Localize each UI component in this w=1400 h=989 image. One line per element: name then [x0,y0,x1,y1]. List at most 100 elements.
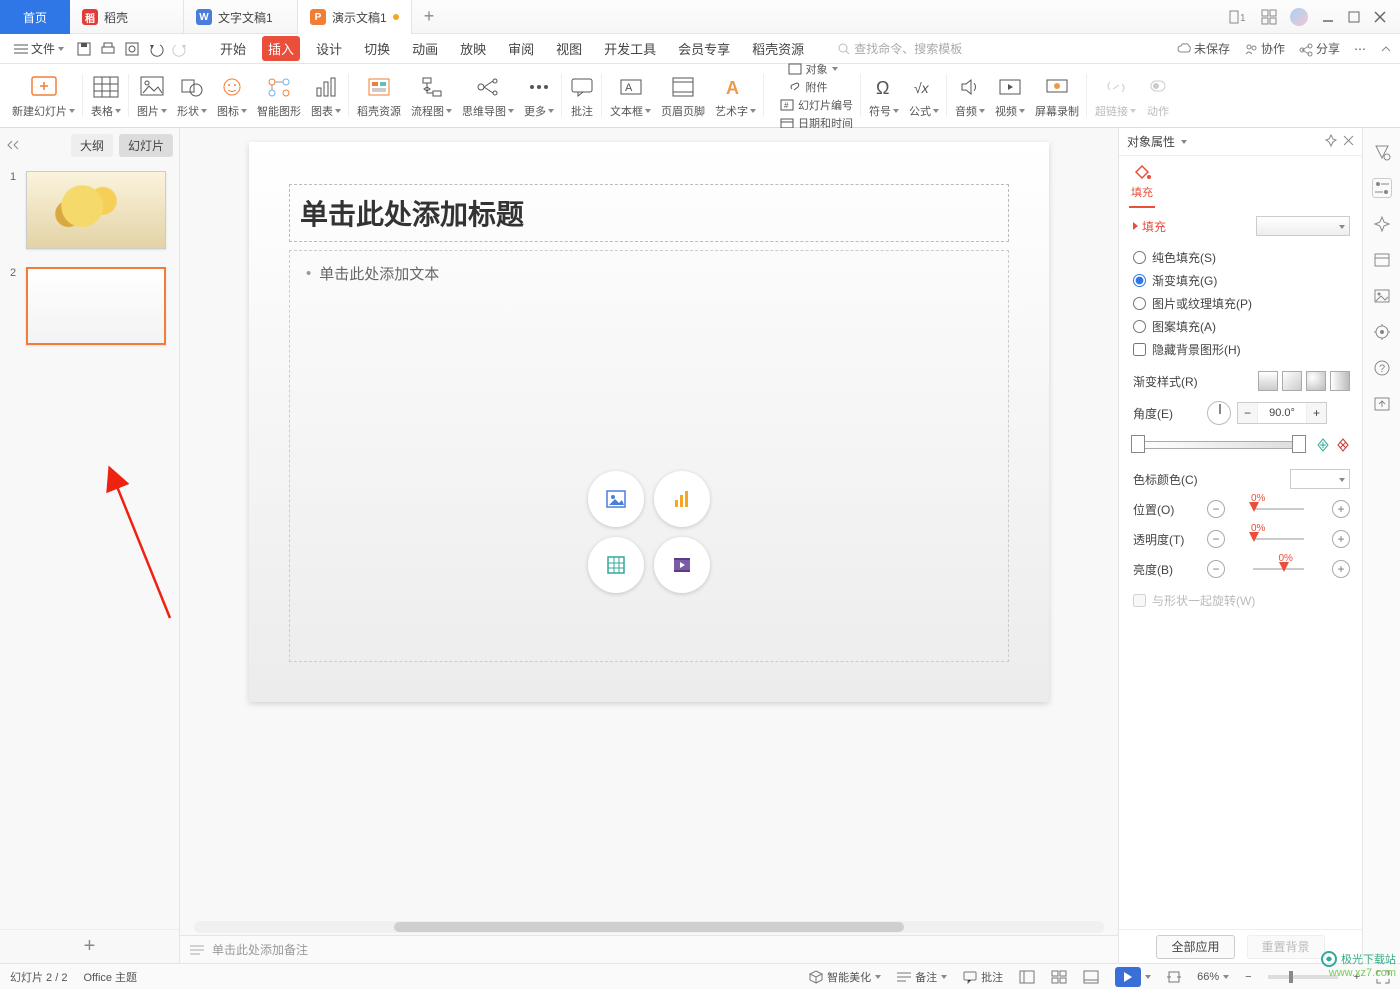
fill-preset-dropdown[interactable] [1256,216,1350,236]
close-icon[interactable] [1374,11,1386,23]
title-placeholder[interactable]: 单击此处添加标题 [289,184,1009,242]
brightness-slider[interactable]: 0% [1231,559,1326,579]
side-template-icon[interactable] [1372,250,1392,270]
pos-plus[interactable]: + [1332,500,1350,518]
tab-home[interactable]: 首页 [0,0,70,34]
smartart-button[interactable]: 智能图形 [257,73,301,119]
slide-thumb-1[interactable]: 1 [10,171,169,249]
tab-insert[interactable]: 插入 [262,36,300,61]
grid-icon[interactable] [1262,10,1276,24]
object-button[interactable]: 对象 [788,61,838,77]
chart-button[interactable]: 图表 [311,73,341,119]
tab-outline[interactable]: 大纲 [71,134,113,157]
coop-button[interactable]: 协作 [1244,40,1285,57]
tab-view[interactable]: 视图 [550,36,588,61]
gradient-style-swatches[interactable] [1258,371,1350,391]
angle-dial[interactable] [1207,401,1231,425]
pin-icon[interactable] [1325,134,1337,149]
textbox-button[interactable]: A文本框 [610,73,651,119]
play-button[interactable] [1115,967,1151,987]
tab-docker-res[interactable]: 稻壳资源 [746,36,810,61]
insert-table-icon[interactable] [588,537,644,593]
more-button[interactable]: 更多 [524,73,554,119]
remove-stop-icon[interactable] [1336,437,1350,458]
undo-icon[interactable] [148,41,164,57]
tab-developer[interactable]: 开发工具 [598,36,662,61]
add-slide-button[interactable]: + [0,929,179,963]
flowchart-button[interactable]: 流程图 [411,73,452,119]
close-panel-icon[interactable] [1343,135,1354,149]
shape-button[interactable]: 形状 [177,73,207,119]
radio-solid-fill[interactable]: 纯色填充(S) [1133,246,1350,269]
tab-start[interactable]: 开始 [214,36,252,61]
print-preview-icon[interactable] [124,41,140,57]
radio-pattern-fill[interactable]: 图案填充(A) [1133,315,1350,338]
box-icon[interactable]: 1 [1230,10,1248,24]
view-reading-icon[interactable] [1083,970,1099,984]
radio-picture-fill[interactable]: 图片或纹理填充(P) [1133,292,1350,315]
trans-plus[interactable]: + [1332,530,1350,548]
zoom-level[interactable]: 66% [1197,971,1229,983]
status-notes[interactable]: 备注 [897,969,947,985]
trans-minus[interactable]: − [1207,530,1225,548]
insert-picture-icon[interactable] [588,471,644,527]
formula-button[interactable]: √x公式 [909,73,939,119]
side-location-icon[interactable] [1372,322,1392,342]
insert-chart-icon[interactable] [654,471,710,527]
comment-button[interactable]: 批注 [570,73,594,119]
zoom-out[interactable]: − [1245,971,1251,983]
file-menu[interactable]: 文件 [8,40,70,57]
position-slider[interactable]: 0% [1231,499,1326,519]
minimize-icon[interactable] [1322,11,1334,23]
unsaved-button[interactable]: 未保存 [1177,40,1230,57]
radio-gradient-fill[interactable]: 渐变填充(G) [1133,269,1350,292]
side-sparkle-icon[interactable] [1372,214,1392,234]
pos-minus[interactable]: − [1207,500,1225,518]
slide-thumb-2[interactable]: 2 [10,267,169,345]
save-icon[interactable] [76,41,92,57]
maximize-icon[interactable] [1348,11,1360,23]
docker-resource-button[interactable]: 稻壳资源 [357,73,401,119]
redo-icon[interactable] [172,41,188,57]
icon-button[interactable]: 图标 [217,73,247,119]
tab-member[interactable]: 会员专享 [672,36,736,61]
zoom-fit-icon[interactable] [1167,970,1181,984]
horizontal-scrollbar[interactable] [194,921,1104,933]
status-comments[interactable]: 批注 [963,969,1003,985]
tab-word[interactable]: W文字文稿1 [184,0,298,34]
print-direct-icon[interactable] [100,41,116,57]
add-stop-icon[interactable] [1316,437,1330,458]
command-search[interactable]: 查找命令、搜索模板 [828,38,972,60]
insert-media-icon[interactable] [654,537,710,593]
new-slide-button[interactable]: 新建幻灯片 [12,73,75,119]
wordart-button[interactable]: A艺术字 [715,73,756,119]
image-button[interactable]: 图片 [137,73,167,119]
notes-bar[interactable]: 单击此处添加备注 [180,935,1118,963]
slide-number-button[interactable]: #幻灯片编号 [780,97,853,113]
tab-add[interactable]: + [412,0,446,33]
view-normal-icon[interactable] [1019,970,1035,984]
slide-canvas[interactable]: 单击此处添加标题 单击此处添加文本 [249,142,1049,702]
bright-minus[interactable]: − [1207,560,1225,578]
symbol-button[interactable]: Ω符号 [869,73,899,119]
side-help-icon[interactable]: ? [1372,358,1392,378]
side-export-icon[interactable] [1372,394,1392,414]
tab-transition[interactable]: 切换 [358,36,396,61]
tab-review[interactable]: 审阅 [502,36,540,61]
tab-animation[interactable]: 动画 [406,36,444,61]
fill-tab[interactable]: 填充 [1129,164,1155,208]
share-button[interactable]: 分享 [1299,40,1340,57]
attachment-button[interactable]: 附件 [788,79,838,95]
checkbox-hide-bg[interactable]: 隐藏背景图形(H) [1133,338,1350,361]
view-sorter-icon[interactable] [1051,970,1067,984]
audio-button[interactable]: 音频 [955,73,985,119]
mindmap-button[interactable]: 思维导图 [462,73,514,119]
header-footer-button[interactable]: 页眉页脚 [661,73,705,119]
avatar[interactable] [1290,8,1308,26]
tab-slides[interactable]: 幻灯片 [119,134,173,157]
tab-ppt[interactable]: P演示文稿1 [298,0,412,34]
tab-design[interactable]: 设计 [310,36,348,61]
stop-color-dropdown[interactable] [1290,469,1350,489]
content-placeholder[interactable]: 单击此处添加文本 [289,250,1009,662]
status-beautify[interactable]: 智能美化 [809,969,881,985]
